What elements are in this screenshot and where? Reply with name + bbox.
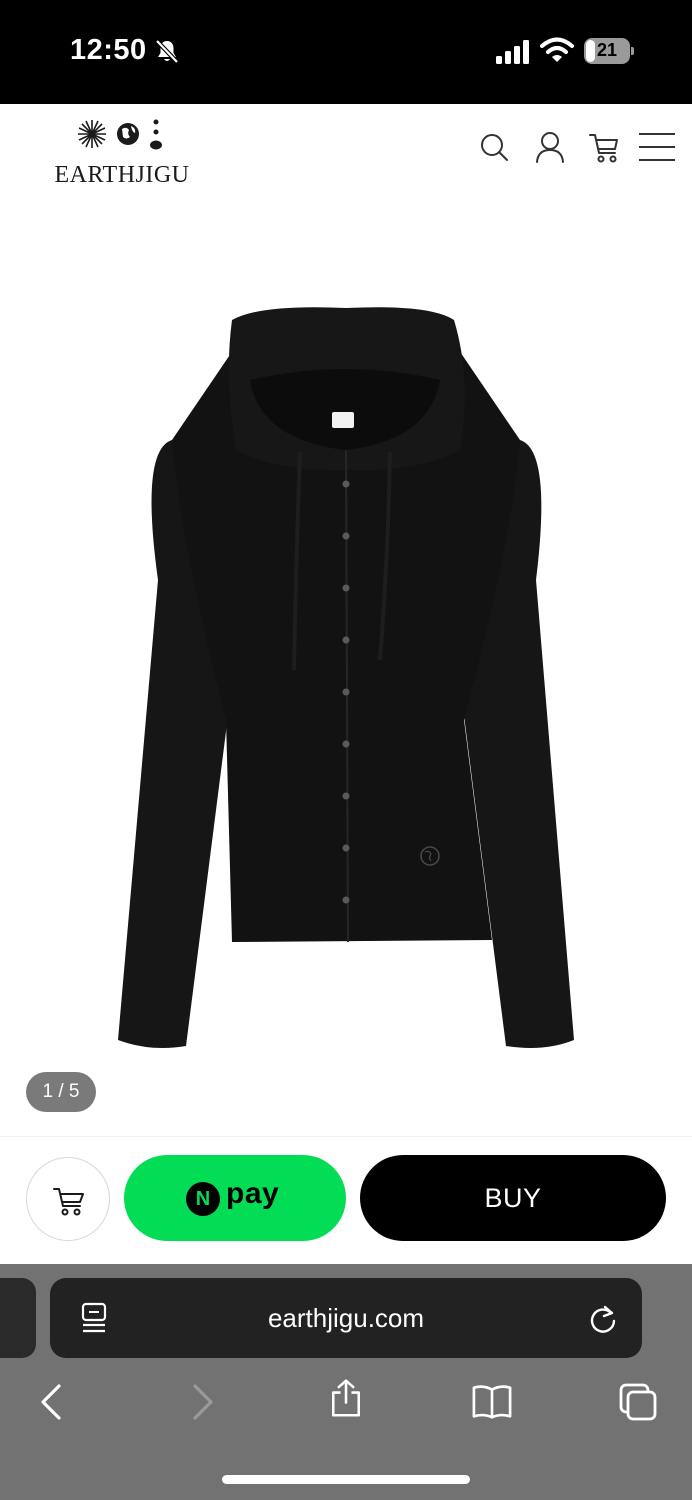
wifi-icon xyxy=(540,37,574,62)
cart-icon[interactable] xyxy=(588,130,620,164)
search-icon[interactable] xyxy=(478,130,510,164)
brand-logo[interactable]: EARTHJIGU xyxy=(42,118,202,188)
add-to-cart-button[interactable] xyxy=(26,1157,110,1241)
reload-icon[interactable] xyxy=(588,1304,618,1334)
npay-button[interactable]: N pay xyxy=(124,1155,346,1241)
tabs-icon[interactable] xyxy=(618,1382,658,1422)
back-icon[interactable] xyxy=(32,1382,72,1422)
battery-cap xyxy=(631,47,634,55)
logo-text: EARTHJIGU xyxy=(54,162,190,188)
bell-slash-icon xyxy=(155,39,179,64)
purchase-bar: N pay BUY xyxy=(0,1136,692,1264)
bookmarks-icon[interactable] xyxy=(472,1382,512,1422)
slide-counter: 1 / 5 xyxy=(26,1072,96,1112)
phone-screen: 12:50 21 EARTHJIGU 1 / 5 N pay BUY earth… xyxy=(0,0,692,1500)
cart-icon xyxy=(53,1188,84,1216)
url-text: earthjigu.com xyxy=(267,1303,425,1333)
battery-level: 21 xyxy=(596,40,618,60)
previous-tab-preview[interactable] xyxy=(0,1278,36,1358)
reader-icon[interactable] xyxy=(80,1302,108,1334)
browser-toolbar: earthjigu.com xyxy=(0,1264,692,1500)
battery-icon: 21 xyxy=(584,38,634,64)
status-time: 12:50 xyxy=(70,34,147,66)
npay-logo-icon: N xyxy=(186,1182,220,1216)
buy-button[interactable]: BUY xyxy=(360,1155,666,1241)
user-icon[interactable] xyxy=(534,130,566,164)
product-image[interactable] xyxy=(100,300,592,1060)
site-header: EARTHJIGU xyxy=(0,104,692,200)
status-bar: 12:50 21 xyxy=(0,0,692,104)
home-indicator[interactable] xyxy=(222,1475,470,1484)
menu-icon[interactable] xyxy=(638,130,676,164)
npay-label: pay xyxy=(226,1177,280,1210)
forward-icon[interactable] xyxy=(182,1382,222,1422)
product-gallery[interactable]: 1 / 5 xyxy=(0,200,692,1136)
address-bar[interactable]: earthjigu.com xyxy=(50,1278,642,1358)
logo-mark-icon xyxy=(78,119,162,150)
share-icon[interactable] xyxy=(326,1378,366,1418)
cellular-signal-icon xyxy=(496,40,529,64)
